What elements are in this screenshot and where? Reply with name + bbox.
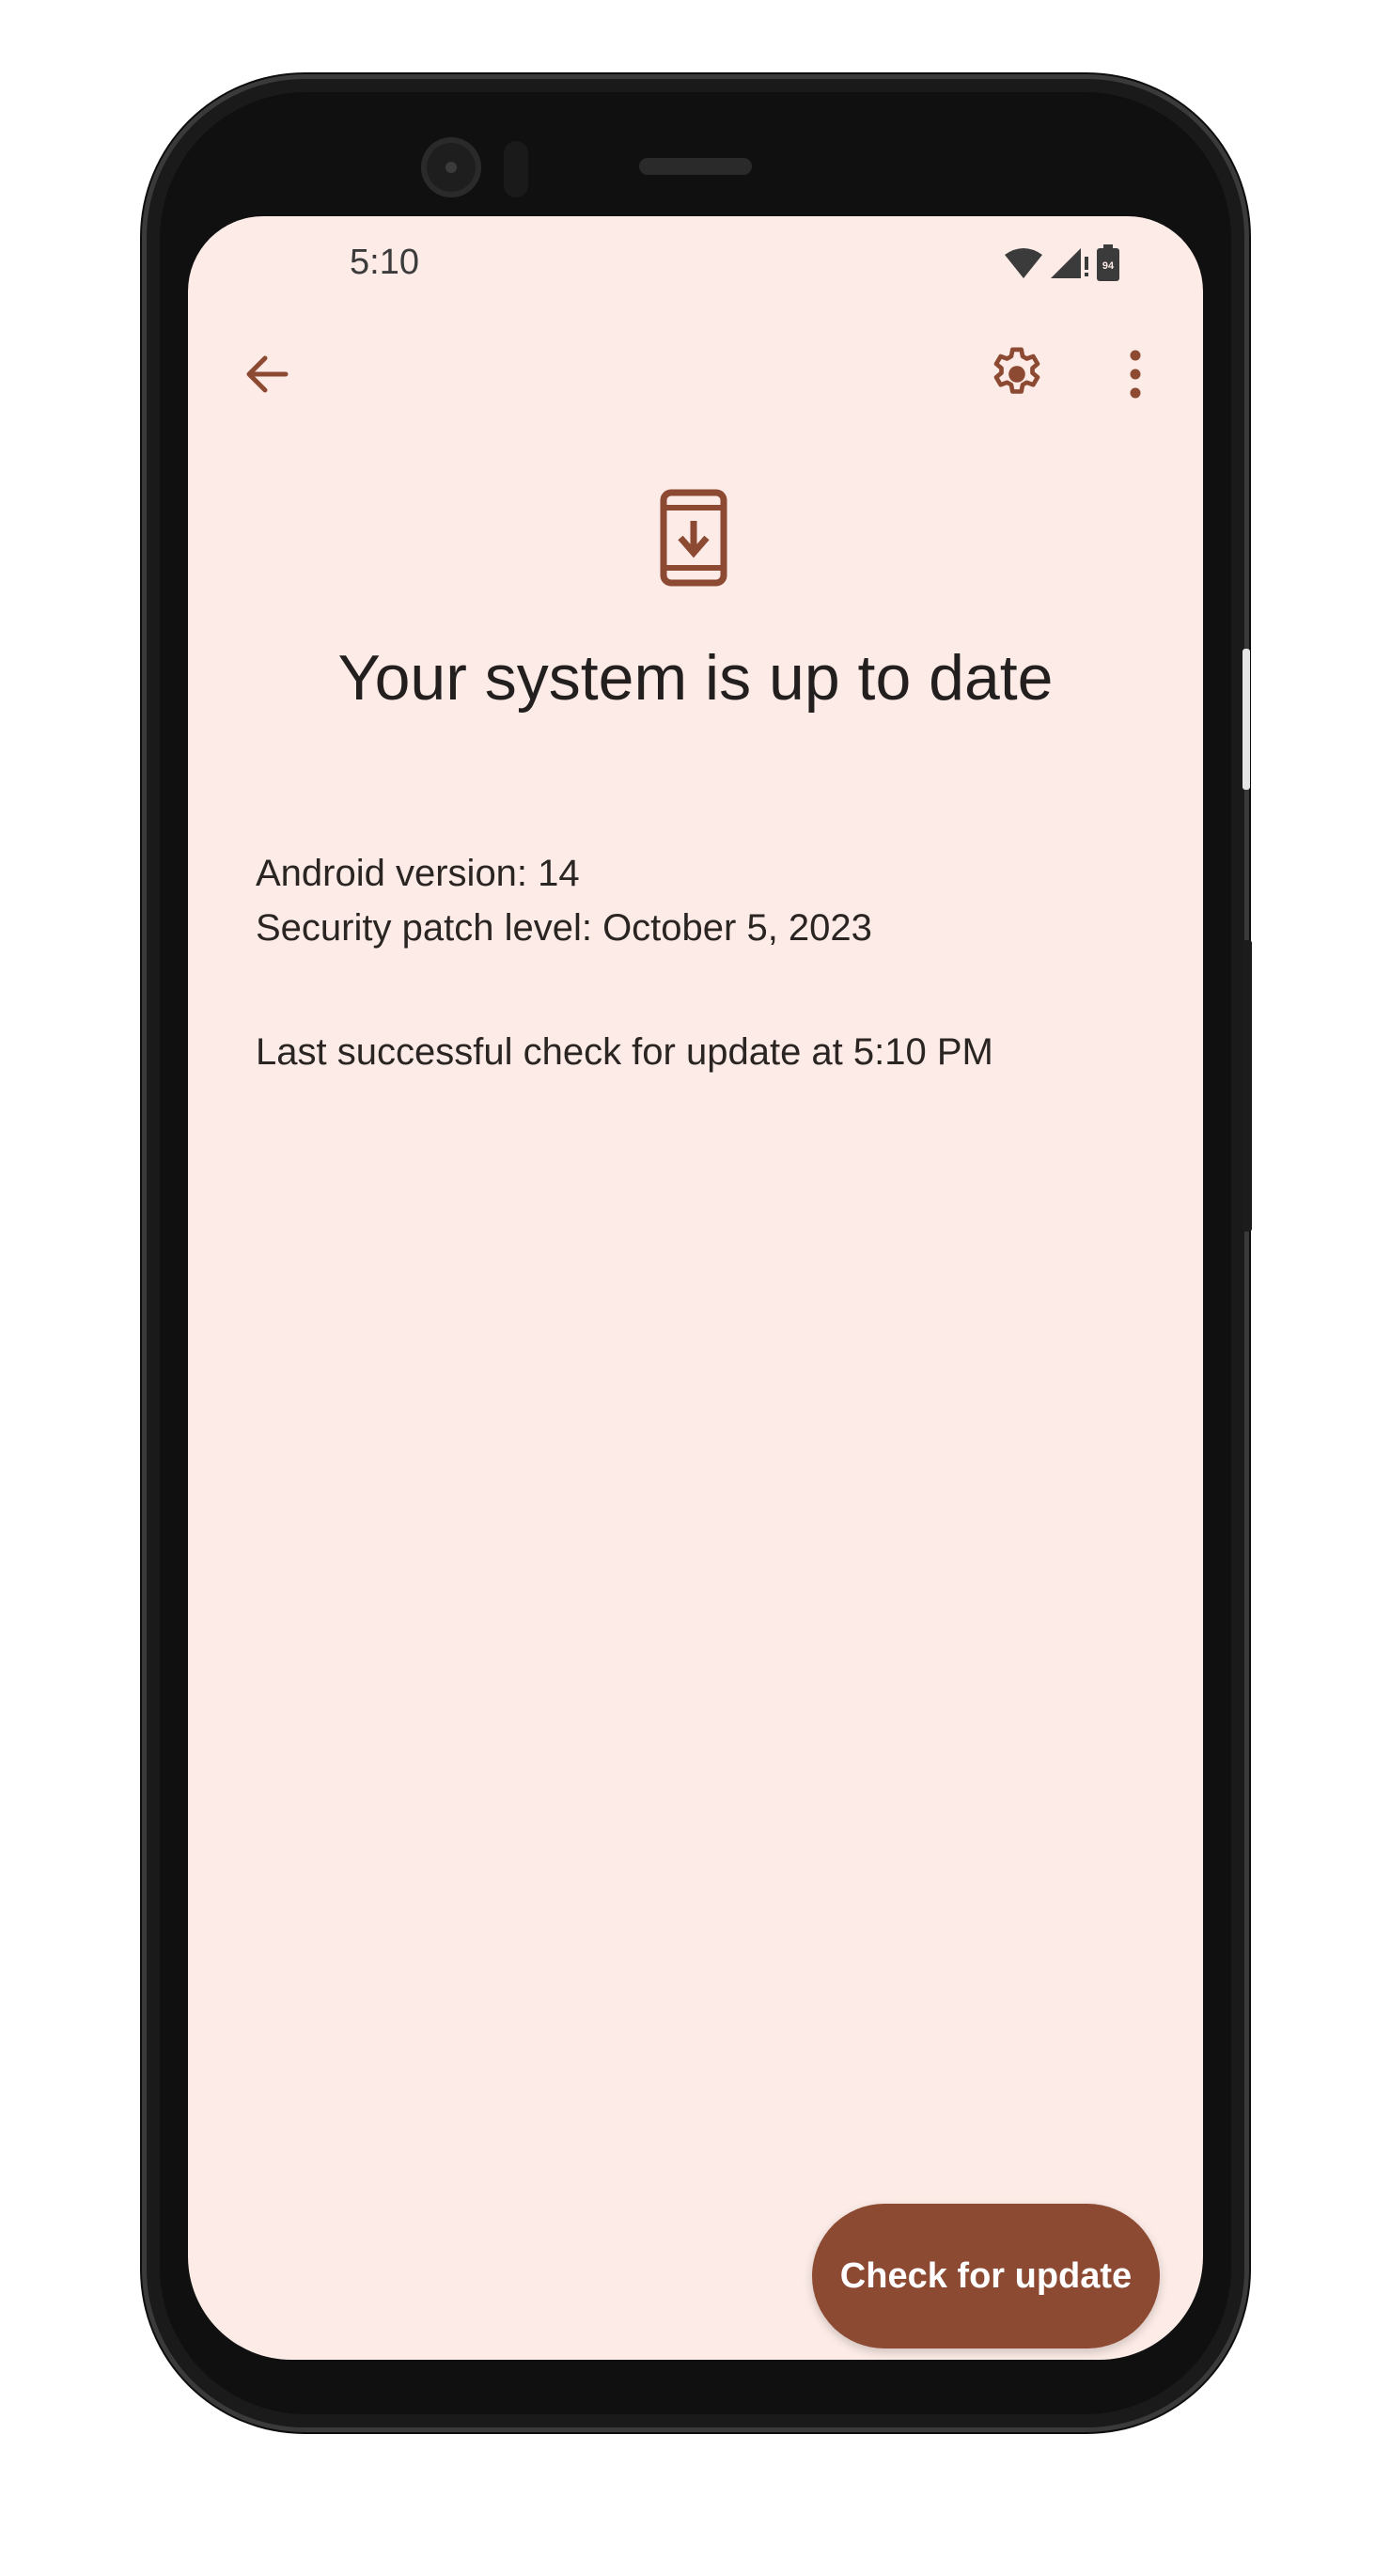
cell-signal-icon [1049,247,1090,279]
front-camera [421,137,481,197]
proximity-sensor [504,141,528,197]
battery-level: 94 [1102,260,1115,272]
security-patch-level: Security patch level: October 5, 2023 [256,907,872,949]
more-options-button[interactable] [1090,331,1180,421]
more-vert-icon [1126,348,1145,405]
version-info: Android version: 14 Security patch level… [256,846,872,955]
wifi-icon [1004,247,1043,279]
gear-icon [986,343,1048,410]
system-update-icon [660,489,727,587]
arrow-back-icon [241,348,293,405]
app-bar [188,320,1203,432]
earpiece-speaker [639,158,752,175]
device-frame: 5:10 94 Your system is up to date Androi… [0,0,1391,2576]
volume-button [1243,940,1252,1232]
last-check-status: Last successful check for update at 5:10… [256,1031,993,1073]
check-for-update-button[interactable]: Check for update [812,2204,1160,2348]
page-title: Your system is up to date [337,642,1054,714]
android-version: Android version: 14 [256,853,580,894]
status-icons: 94 [1004,244,1120,282]
status-time: 5:10 [350,243,419,282]
screen: 5:10 94 Your system is up to date Androi… [188,216,1203,2360]
back-button[interactable] [222,331,312,421]
battery-icon: 94 [1096,244,1120,282]
status-bar: 5:10 94 [188,216,1203,320]
settings-button[interactable] [972,331,1062,421]
power-button [1243,649,1250,790]
